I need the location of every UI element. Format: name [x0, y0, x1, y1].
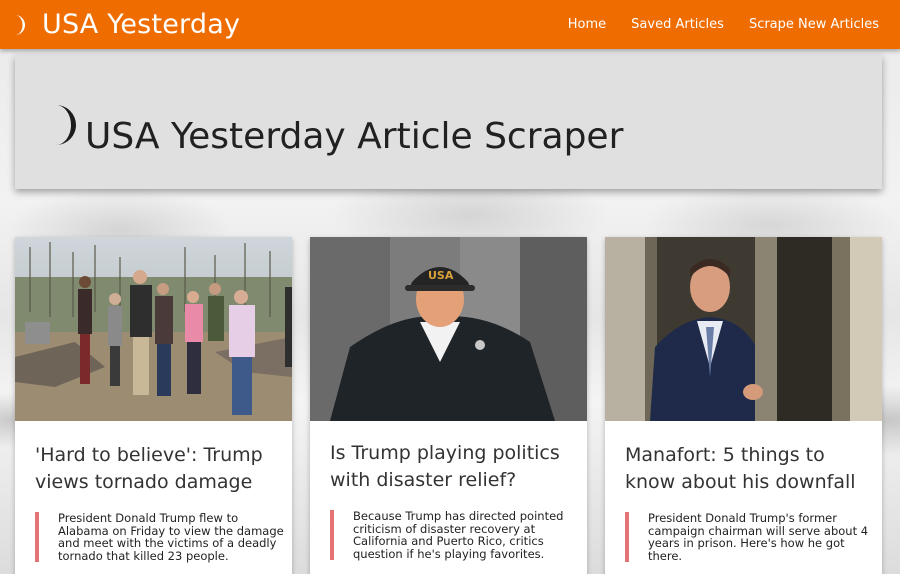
- manafort-photo[interactable]: [605, 237, 882, 421]
- nav-link-scrape-new-articles[interactable]: Scrape New Articles: [749, 17, 879, 32]
- nav-link-saved-articles[interactable]: Saved Articles: [631, 17, 724, 32]
- article-title[interactable]: Manafort: 5 things to know about his dow…: [625, 442, 865, 496]
- crescent-moon-icon: [10, 14, 28, 36]
- brand-link[interactable]: USA Yesterday: [10, 0, 240, 49]
- crescent-moon-icon: [47, 104, 77, 146]
- cap-text: USA: [428, 269, 454, 282]
- article-title[interactable]: 'Hard to believe': Trump views tornado d…: [35, 442, 275, 496]
- article-card: 'Hard to believe': Trump views tornado d…: [15, 237, 292, 574]
- article-summary: President Donald Trump's former campaign…: [625, 512, 880, 562]
- nav-links: Home Saved Articles Scrape New Articles: [543, 0, 879, 49]
- article-summary: Because Trump has directed pointed criti…: [330, 510, 585, 560]
- trump-usa-cap-photo[interactable]: USA: [310, 237, 587, 421]
- article-card: Manafort: 5 things to know about his dow…: [605, 237, 882, 574]
- page-title: USA Yesterday Article Scraper: [85, 116, 624, 157]
- article-summary: President Donald Trump flew to Alabama o…: [35, 512, 290, 562]
- brand-title: USA Yesterday: [42, 9, 241, 40]
- navbar: USA Yesterday Home Saved Articles Scrape…: [0, 0, 900, 49]
- article-card: USA Is Trump playing politics with disas…: [310, 237, 587, 574]
- jumbotron: USA Yesterday Article Scraper: [15, 55, 882, 189]
- nav-link-home[interactable]: Home: [568, 17, 606, 32]
- tornado-damage-photo[interactable]: [15, 237, 292, 421]
- article-title[interactable]: Is Trump playing politics with disaster …: [330, 440, 570, 494]
